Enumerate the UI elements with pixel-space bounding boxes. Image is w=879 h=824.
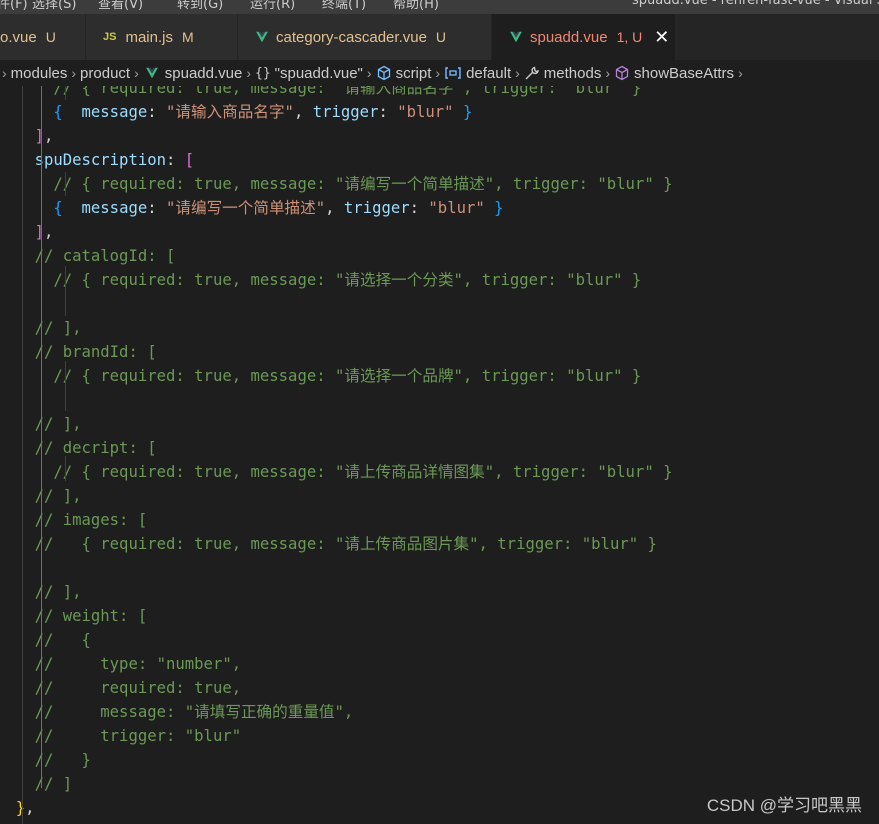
window-title: spuadd.vue - renren-fast-vue - Visual St…	[632, 0, 879, 8]
module-icon	[376, 65, 392, 81]
tab-label: o.vue	[0, 28, 37, 46]
indent-guide	[65, 266, 66, 316]
tab-spuadd-vue[interactable]: spuadd.vue 1, U ✕	[492, 14, 676, 60]
code-editor[interactable]: // { required: true, message: "请输入商品名字",…	[0, 86, 879, 824]
code-line[interactable]: // { required: true, message: "请选择一个分类",…	[0, 268, 641, 292]
csdn-watermark: CSDN @学习吧黑黑	[706, 796, 862, 815]
indent-guide	[65, 361, 66, 411]
close-icon[interactable]: ✕	[654, 27, 669, 48]
wrench-icon	[524, 65, 540, 81]
breadcrumb-item[interactable]: modules	[11, 65, 68, 82]
breadcrumb-label: spuadd.vue	[164, 64, 243, 82]
code-line[interactable]: // {	[0, 628, 91, 652]
vue-icon	[256, 31, 268, 43]
tab-status: 1, U	[616, 29, 643, 45]
vue-icon	[145, 67, 158, 79]
code-line[interactable]: // ]	[0, 772, 73, 796]
chevron-right-icon: ›	[366, 65, 372, 81]
tab-category-cascader-vue[interactable]: category-cascader.vue U	[238, 14, 492, 60]
chevron-right-icon: ›	[2, 65, 7, 81]
code-line[interactable]: // message: "请填写正确的重量值",	[0, 700, 354, 724]
code-line[interactable]: // brandId: [	[0, 340, 157, 364]
code-line[interactable]: // required: true,	[0, 676, 242, 700]
chevron-right-icon: ›	[246, 65, 252, 81]
tab-status: M	[181, 29, 194, 45]
code-line[interactable]: // type: "number",	[0, 652, 242, 676]
braces-icon: {}	[255, 65, 271, 81]
chevron-right-icon: ›	[515, 65, 520, 81]
menu-item[interactable]: 帮助(H)	[393, 0, 439, 12]
breadcrumb-item[interactable]: showBaseAttrs	[614, 65, 734, 82]
code-line[interactable]: // catalogId: [	[0, 244, 176, 268]
tab-label: category-cascader.vue	[276, 28, 427, 46]
breadcrumb-item[interactable]: script	[376, 64, 432, 82]
menu-bar: 件(F) 选择(S) 查看(V) 转到(G) 运行(R) 终端(T) 帮助(H) spuadd…	[0, 0, 879, 14]
breadcrumb-item[interactable]: spuadd.vue	[143, 64, 243, 82]
code-line[interactable]: { message: "请编写一个简单描述", trigger: "blur" …	[0, 196, 503, 220]
js-icon: JS	[103, 31, 117, 43]
indent-guide	[41, 86, 42, 788]
breadcrumb-label: "spuadd.vue"	[274, 64, 363, 82]
menu-item[interactable]: 选择(S)	[32, 0, 76, 12]
code-line[interactable]: // { required: true, message: "请上传商品详情图集…	[0, 460, 672, 484]
breadcrumb-label: modules	[10, 64, 68, 82]
code-line[interactable]: ],	[0, 220, 54, 244]
code-line[interactable]: },	[0, 796, 35, 820]
editor-tab-bar: o.vue U JS main.js Mcategory-cascader.vue Usp…	[0, 14, 879, 60]
code-line[interactable]: ],	[0, 124, 54, 148]
code-line[interactable]: // { required: true, message: "请选择一个品牌",…	[0, 364, 641, 388]
chevron-right-icon: ›	[605, 65, 611, 81]
menu-item[interactable]: 运行(R)	[250, 0, 295, 12]
code-line[interactable]: // { required: true, message: "请上传商品图片集"…	[0, 532, 657, 556]
variable-icon	[444, 65, 462, 81]
breadcrumb-item[interactable]: product	[80, 65, 130, 82]
vue-icon	[510, 31, 522, 43]
indent-guide	[65, 456, 66, 481]
breadcrumb-label: default	[466, 64, 512, 82]
breadcrumb-label: script	[395, 64, 432, 82]
breadcrumb-label: methods	[543, 64, 602, 82]
breadcrumb-label: product	[80, 64, 131, 82]
code-line[interactable]: // { required: true, message: "请输入商品名字",…	[0, 86, 641, 100]
code-line[interactable]: // }	[0, 748, 91, 772]
tab-label: main.js	[125, 28, 173, 46]
code-line[interactable]: // decript: [	[0, 436, 157, 460]
tab-o-vue[interactable]: o.vue U	[0, 14, 86, 60]
tab-status: U	[45, 29, 56, 45]
breadcrumb: › modules › product › spuadd.vue ›{} "spuadd.vu…	[0, 60, 879, 86]
tab-label: spuadd.vue	[530, 28, 608, 46]
chevron-right-icon: ›	[71, 65, 77, 81]
breadcrumb-label: showBaseAttrs	[634, 64, 735, 82]
menu-item[interactable]: 件(F)	[0, 0, 28, 12]
menu-item[interactable]: 终端(T)	[322, 0, 366, 12]
code-line[interactable]: // { required: true, message: "请编写一个简单描述…	[0, 172, 672, 196]
chevron-right-icon: ›	[435, 65, 441, 81]
indent-guide	[65, 86, 66, 100]
indent-guide	[22, 86, 23, 824]
tab-status: U	[435, 29, 447, 45]
menu-item[interactable]: 查看(V)	[98, 0, 143, 12]
indent-guide	[65, 172, 66, 196]
code-line[interactable]: { message: "请输入商品名字", trigger: "blur" }	[0, 100, 472, 124]
chevron-right-icon: ›	[738, 65, 743, 81]
menu-item[interactable]: 转到(G)	[177, 0, 223, 12]
breadcrumb-item[interactable]: {} "spuadd.vue"	[255, 65, 363, 82]
code-line[interactable]: // trigger: "blur"	[0, 724, 242, 748]
chevron-right-icon: ›	[134, 65, 139, 81]
breadcrumb-item[interactable]: default	[444, 65, 511, 82]
tab-main-js[interactable]: JS main.js M	[86, 14, 238, 60]
code-line[interactable]: dataResp: {	[0, 820, 119, 824]
code-line[interactable]: spuDescription: [	[0, 148, 195, 172]
method-icon	[614, 65, 630, 81]
breadcrumb-item[interactable]: methods	[524, 64, 602, 82]
